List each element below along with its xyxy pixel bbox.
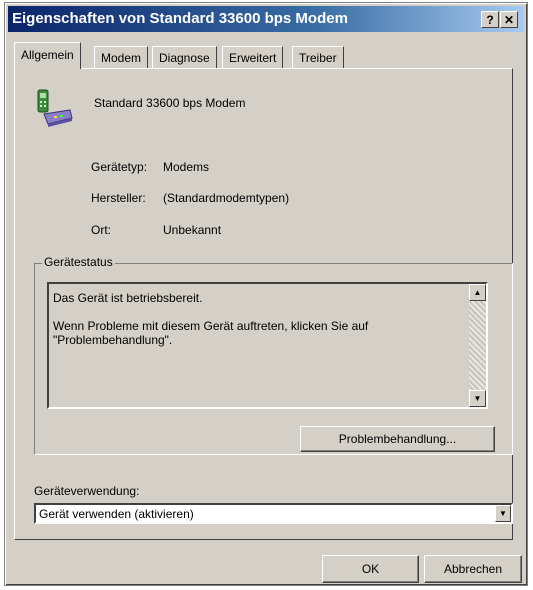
tab-treiber[interactable]: Treiber: [292, 46, 344, 68]
tab-erweitert[interactable]: Erweitert: [222, 46, 284, 68]
window-title: Eigenschaften von Standard 33600 bps Mod…: [12, 10, 348, 27]
device-usage-label: Geräteverwendung:: [34, 484, 140, 498]
tab-diagnose[interactable]: Diagnose: [152, 46, 217, 68]
tab-allgemein[interactable]: Allgemein: [14, 42, 81, 69]
location-label: Ort:: [91, 223, 111, 237]
troubleshoot-button[interactable]: Problembehandlung...: [300, 426, 495, 452]
device-status-title: Gerätestatus: [42, 255, 115, 269]
status-line-help: Wenn Probleme mit diesem Gerät auftreten…: [53, 319, 369, 347]
manufacturer-value: (Standardmodemtypen): [163, 191, 290, 205]
close-button[interactable]: ✕: [500, 11, 518, 28]
scroll-up-icon[interactable]: ▲: [469, 284, 486, 301]
cancel-button[interactable]: Abbrechen: [424, 555, 522, 583]
ok-button[interactable]: OK: [322, 555, 419, 583]
device-usage-value: Gerät verwenden (aktivieren): [39, 507, 194, 521]
location-value: Unbekannt: [163, 223, 222, 237]
device-type-label: Gerätetyp:: [91, 160, 148, 174]
device-status-textbox[interactable]: Das Gerät ist betriebsbereit. Wenn Probl…: [47, 282, 488, 409]
chevron-down-icon[interactable]: ▼: [495, 505, 511, 522]
device-name: Standard 33600 bps Modem: [94, 96, 246, 110]
title-bar[interactable]: Eigenschaften von Standard 33600 bps Mod…: [8, 6, 524, 32]
status-line-ready: Das Gerät ist betriebsbereit.: [53, 291, 203, 305]
device-type-value: Modems: [163, 160, 210, 174]
manufacturer-label: Hersteller:: [91, 191, 146, 205]
scroll-down-icon[interactable]: ▼: [469, 390, 486, 407]
status-scrollbar[interactable]: ▲ ▼: [469, 284, 486, 407]
help-button[interactable]: ?: [481, 11, 499, 28]
modem-icon: [34, 88, 74, 128]
tab-modem[interactable]: Modem: [94, 46, 149, 68]
device-usage-select[interactable]: Gerät verwenden (aktivieren) ▼: [34, 503, 513, 524]
